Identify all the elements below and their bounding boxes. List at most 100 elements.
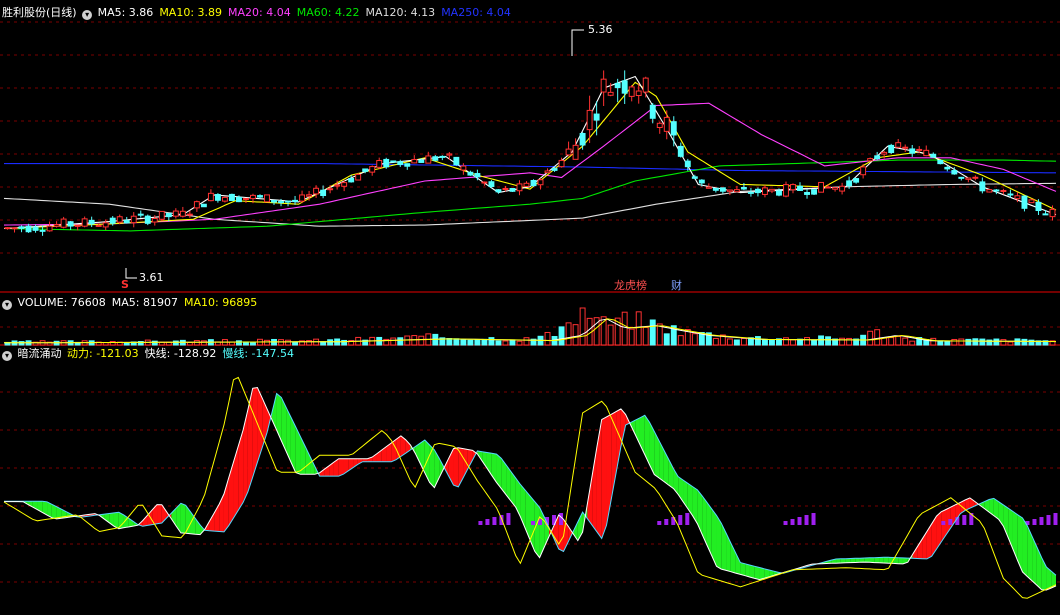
volume-bar — [818, 335, 825, 346]
histogram-bar — [531, 521, 536, 525]
s-marker[interactable]: S — [121, 278, 129, 292]
volume-bar — [579, 307, 586, 346]
candle-body — [1007, 193, 1014, 196]
indicator-settings-icon[interactable]: ▾ — [2, 351, 12, 361]
indicator-values: 动力: -121.03 快线: -128.92 慢线: -147.54 — [67, 347, 300, 360]
candle-body — [818, 181, 825, 193]
candle-body — [460, 165, 467, 171]
candle-body — [537, 179, 544, 186]
candle-body — [264, 194, 270, 203]
volume-bar — [965, 338, 972, 346]
price-legend-item-2: MA20: 4.04 — [228, 6, 291, 19]
volume-bar — [151, 340, 158, 346]
volume-settings-icon[interactable]: ▾ — [2, 300, 12, 310]
candle-body — [495, 189, 502, 193]
candle-body — [502, 188, 509, 191]
candle-body — [804, 192, 810, 195]
price-legend-item-0: MA5: 3.86 — [97, 6, 154, 19]
histogram-bar — [797, 517, 802, 525]
volume-bar — [663, 333, 670, 346]
candle-body — [649, 104, 656, 119]
candle-body — [130, 215, 137, 224]
dragon-tiger-marker[interactable]: 龙虎榜 — [614, 279, 647, 293]
volume-bar — [558, 326, 565, 346]
candle-body — [754, 188, 761, 194]
histogram-bar — [811, 513, 816, 525]
candle-body — [39, 229, 46, 232]
volume-bar — [235, 340, 242, 346]
low-price-label: 3.61 — [139, 271, 164, 284]
candle-body — [18, 226, 25, 229]
volume-bar — [867, 330, 874, 346]
volume-bar — [733, 339, 740, 346]
volume-bar — [327, 339, 334, 346]
candle-body — [257, 195, 263, 198]
volume-bar — [790, 339, 796, 346]
volume-bar — [1028, 339, 1035, 346]
candle-body — [278, 201, 284, 204]
histogram-bar — [1053, 513, 1058, 525]
volume-bar — [600, 316, 607, 346]
candle-body — [355, 173, 362, 181]
histogram-bar — [678, 515, 683, 525]
candle-body — [874, 155, 881, 160]
histogram-bar — [948, 519, 953, 525]
candle-body — [523, 182, 530, 187]
volume-bar — [544, 331, 551, 346]
candle-body — [25, 225, 32, 233]
candle-body — [1035, 201, 1042, 212]
histogram-bar — [790, 519, 795, 525]
candle-body — [313, 187, 320, 195]
indicator-legend-item-1: 快线: -128.92 — [144, 347, 217, 360]
volume-legend: ▾ VOLUME: 76608 MA5: 81907 MA10: 96895 — [2, 296, 265, 310]
volume-values: VOLUME: 76608 MA5: 81907 MA10: 96895 — [18, 296, 264, 309]
price-legend-item-4: MA120: 4.13 — [365, 6, 436, 19]
candle-body — [207, 192, 214, 202]
volume-bar — [523, 337, 530, 346]
candle-body — [853, 178, 860, 183]
candle-body — [719, 187, 726, 192]
volume-bar — [726, 338, 733, 346]
candle-body — [656, 122, 663, 128]
candle-body — [902, 146, 909, 149]
price-legend-item-1: MA10: 3.89 — [159, 6, 223, 19]
trend-fill — [759, 567, 765, 580]
candle-body — [579, 132, 586, 146]
candle-body — [11, 227, 18, 230]
candle-body — [909, 148, 916, 154]
volume-bar — [481, 338, 488, 346]
candle-body — [958, 176, 965, 179]
trend-fill — [453, 447, 459, 487]
volume-bar — [186, 341, 193, 346]
candle-body — [151, 217, 158, 223]
volume-bar — [193, 340, 200, 346]
volume-bar — [881, 337, 888, 346]
candle-body — [341, 182, 348, 187]
histogram-bar — [664, 519, 669, 525]
candle-body — [299, 194, 306, 202]
volume-bar — [474, 339, 481, 346]
finance-marker[interactable]: 财 — [671, 279, 682, 293]
volume-bar — [488, 337, 495, 346]
candle-body — [137, 213, 144, 216]
histogram-bar — [962, 515, 967, 525]
volume-bar — [102, 342, 109, 346]
trend-fill — [180, 503, 186, 534]
stock-title[interactable]: 胜利股份(日线) — [2, 6, 77, 19]
volume-bar — [565, 322, 572, 346]
histogram-bar — [499, 515, 504, 525]
candle-body — [881, 151, 888, 155]
candle-body — [467, 171, 474, 176]
candle-body — [243, 197, 249, 200]
trend-fill — [749, 565, 755, 579]
settings-circle-icon[interactable]: ▾ — [82, 10, 93, 20]
indicator-name[interactable]: 暗流涌动 — [18, 347, 62, 360]
candle-body — [712, 187, 719, 191]
histogram-bar — [1046, 515, 1051, 525]
candle-body — [811, 189, 817, 195]
volume-bar — [285, 339, 291, 346]
volume-bar — [418, 335, 425, 346]
volume-bar — [390, 337, 397, 346]
candle-body — [179, 210, 186, 217]
candle-body — [937, 159, 944, 165]
